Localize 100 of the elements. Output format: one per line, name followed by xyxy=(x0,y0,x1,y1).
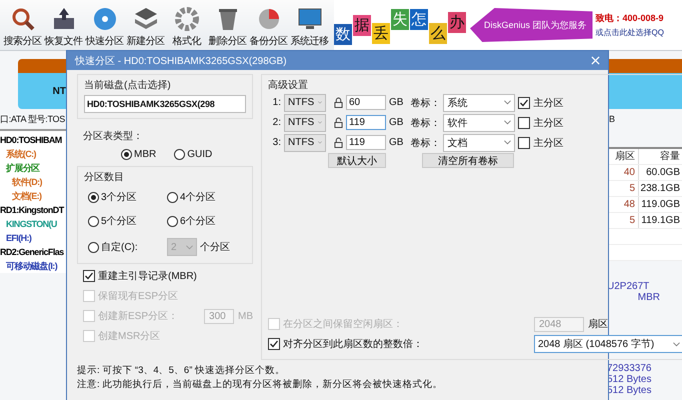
group-label: 当前磁盘(点击选择) xyxy=(84,78,172,92)
toolbar-button[interactable]: 搜索分区 xyxy=(2,0,43,50)
note-text: 提示: 可按下 “3、4、5、6” 快速选择分区个数。 xyxy=(77,364,286,378)
toolbar-button[interactable]: 备份分区 xyxy=(248,0,289,50)
volume-label-dropdown[interactable]: 文档 xyxy=(443,134,516,152)
tree-item[interactable]: 可移动磁盘(I:) xyxy=(0,259,58,273)
table-cell-text: 238.1GB xyxy=(640,182,681,196)
tree-item[interactable]: 系统(C:) xyxy=(0,147,36,161)
caret-icon xyxy=(673,342,680,346)
checkbox[interactable] xyxy=(518,116,530,128)
tree-item[interactable]: EFI(H:) xyxy=(0,231,32,245)
unit-label: 个分区 xyxy=(200,241,230,254)
filesystem-dropdown[interactable]: NTFS xyxy=(284,134,326,152)
disk-field[interactable]: HD0:TOSHIBAMK3265GSX(298 xyxy=(84,95,246,113)
group-label: 高级设置 xyxy=(268,78,309,92)
lock-open-icon[interactable] xyxy=(334,137,343,148)
radio-option[interactable]: 3个分区 xyxy=(88,190,167,204)
layers-icon xyxy=(132,6,158,32)
banner-tile: 么 xyxy=(429,22,447,44)
unit-label: GB xyxy=(389,117,404,128)
checkbox-option[interactable]: 重建主引导记录(MBR) xyxy=(83,269,197,283)
radio-button[interactable] xyxy=(121,149,132,160)
radio-button[interactable] xyxy=(167,192,178,202)
tree-item[interactable]: 软件(D:) xyxy=(0,175,42,189)
checkbox[interactable] xyxy=(518,96,530,108)
radio-button[interactable] xyxy=(88,216,99,226)
checkbox[interactable] xyxy=(268,338,280,350)
disk-info: 口:ATA 型号:TOS xyxy=(0,113,65,126)
checkbox-option[interactable]: 对齐分区到此扇区数的整数倍： xyxy=(268,337,530,351)
radio-option[interactable]: 5个分区 xyxy=(88,214,167,228)
banner-tile: 据 xyxy=(353,14,371,36)
checkbox[interactable] xyxy=(83,270,95,282)
dialog-title: 快速分区 - HD0:TOSHIBAMK3265GSX(298GB) xyxy=(75,54,287,68)
field-label: 卷标： xyxy=(410,136,440,150)
checkbox-option[interactable]: 主分区 xyxy=(518,136,564,150)
table-cell-text: 119.1GB xyxy=(640,214,681,228)
filesystem-dropdown[interactable]: NTFS xyxy=(284,114,326,132)
field-label: 卷标： xyxy=(410,116,440,130)
close-icon[interactable] xyxy=(591,56,600,65)
tree-item[interactable]: RD2:GenericFlas xyxy=(0,245,64,259)
tree-item[interactable]: RD1:KingstonDT xyxy=(0,203,64,217)
toolbar-button[interactable]: 新建分区 xyxy=(125,0,166,50)
radio-button[interactable] xyxy=(174,149,186,160)
banner-ad[interactable]: 数 据 丢 失 怎 么 办 DiskGenius 团队为您服务 致电：400-008-9 或点击此处选择QQ xyxy=(334,0,682,50)
banner-tile: 数 xyxy=(334,24,352,44)
table-cell-text: 119.0GB xyxy=(640,198,681,212)
toolbar-button[interactable]: 格式化 xyxy=(166,0,207,50)
lock-open-icon[interactable] xyxy=(334,117,343,128)
tree-item[interactable]: HD0:TOSHIBAM xyxy=(0,133,62,147)
disc-icon xyxy=(92,6,118,32)
radio-button[interactable] xyxy=(88,242,99,252)
tree-item[interactable]: 文档(E:) xyxy=(0,189,42,203)
row-index: 3: xyxy=(272,137,281,148)
note-text: 注意: 此功能执行后，当前磁盘上的现有分区将被删除，新分区将会被快速格式化。 xyxy=(77,378,444,392)
size-field[interactable]: 60 xyxy=(346,95,386,110)
action-button[interactable]: 清空所有卷标 xyxy=(422,153,514,168)
volume-label-dropdown[interactable]: 系统 xyxy=(443,94,516,112)
banner-slogan: DiskGenius 团队为您服务 xyxy=(484,18,587,32)
check-icon xyxy=(269,339,279,349)
unit-label: 扇区 xyxy=(588,318,608,331)
radio-option[interactable]: 4个分区 xyxy=(167,190,246,204)
detail-text: 72933376 xyxy=(607,363,652,374)
radio-option[interactable]: GUID xyxy=(174,149,212,160)
unit-label: GB xyxy=(389,97,404,108)
ring-icon xyxy=(174,6,200,32)
monitor-icon xyxy=(296,6,322,32)
toolbar-button[interactable]: 恢复文件 xyxy=(43,0,84,50)
caret-icon xyxy=(504,140,512,145)
field-label: 分区表类型： xyxy=(83,130,144,143)
column-header: 容量 xyxy=(659,150,681,164)
action-button[interactable]: 默认大小 xyxy=(328,153,386,168)
toolbar-button[interactable]: 快速分区 xyxy=(84,0,125,50)
check-icon xyxy=(519,98,530,108)
radio-option[interactable]: 自定(C): xyxy=(88,238,167,256)
size-field[interactable]: 119 xyxy=(346,135,386,150)
group-label: 分区数目 xyxy=(84,171,125,184)
checkbox[interactable] xyxy=(518,136,530,148)
alignment-dropdown[interactable]: 2048 扇区 (1048576 字节) xyxy=(534,335,682,353)
radio-button[interactable] xyxy=(88,192,99,202)
banner-tile: 失 xyxy=(391,8,409,30)
volume-label-dropdown[interactable]: 软件 xyxy=(443,114,516,132)
checkbox-option[interactable]: 主分区 xyxy=(518,96,564,110)
disk-info: B xyxy=(608,113,615,126)
caret-icon xyxy=(504,100,512,105)
caret-icon xyxy=(186,244,193,250)
tree-item[interactable]: 扩展分区 xyxy=(0,161,40,175)
toolbar-button[interactable]: 系统迁移 xyxy=(289,0,330,50)
banner-tile: 丢 xyxy=(372,22,390,44)
qq-link[interactable]: 或点击此处选择QQ xyxy=(596,27,664,38)
unit-label: GB xyxy=(389,137,404,148)
lock-closed-icon[interactable] xyxy=(334,97,343,108)
radio-option[interactable]: MBR xyxy=(121,149,156,160)
filesystem-dropdown[interactable]: NTFS xyxy=(284,94,326,112)
size-field[interactable]: 119 xyxy=(346,115,386,130)
toolbar-button[interactable]: 删除分区 xyxy=(207,0,248,50)
radio-button[interactable] xyxy=(167,216,178,226)
check-icon xyxy=(84,271,94,281)
banner-tile: 怎 xyxy=(410,8,428,30)
radio-option[interactable]: 6个分区 xyxy=(167,214,246,228)
checkbox-option[interactable]: 主分区 xyxy=(518,116,564,130)
